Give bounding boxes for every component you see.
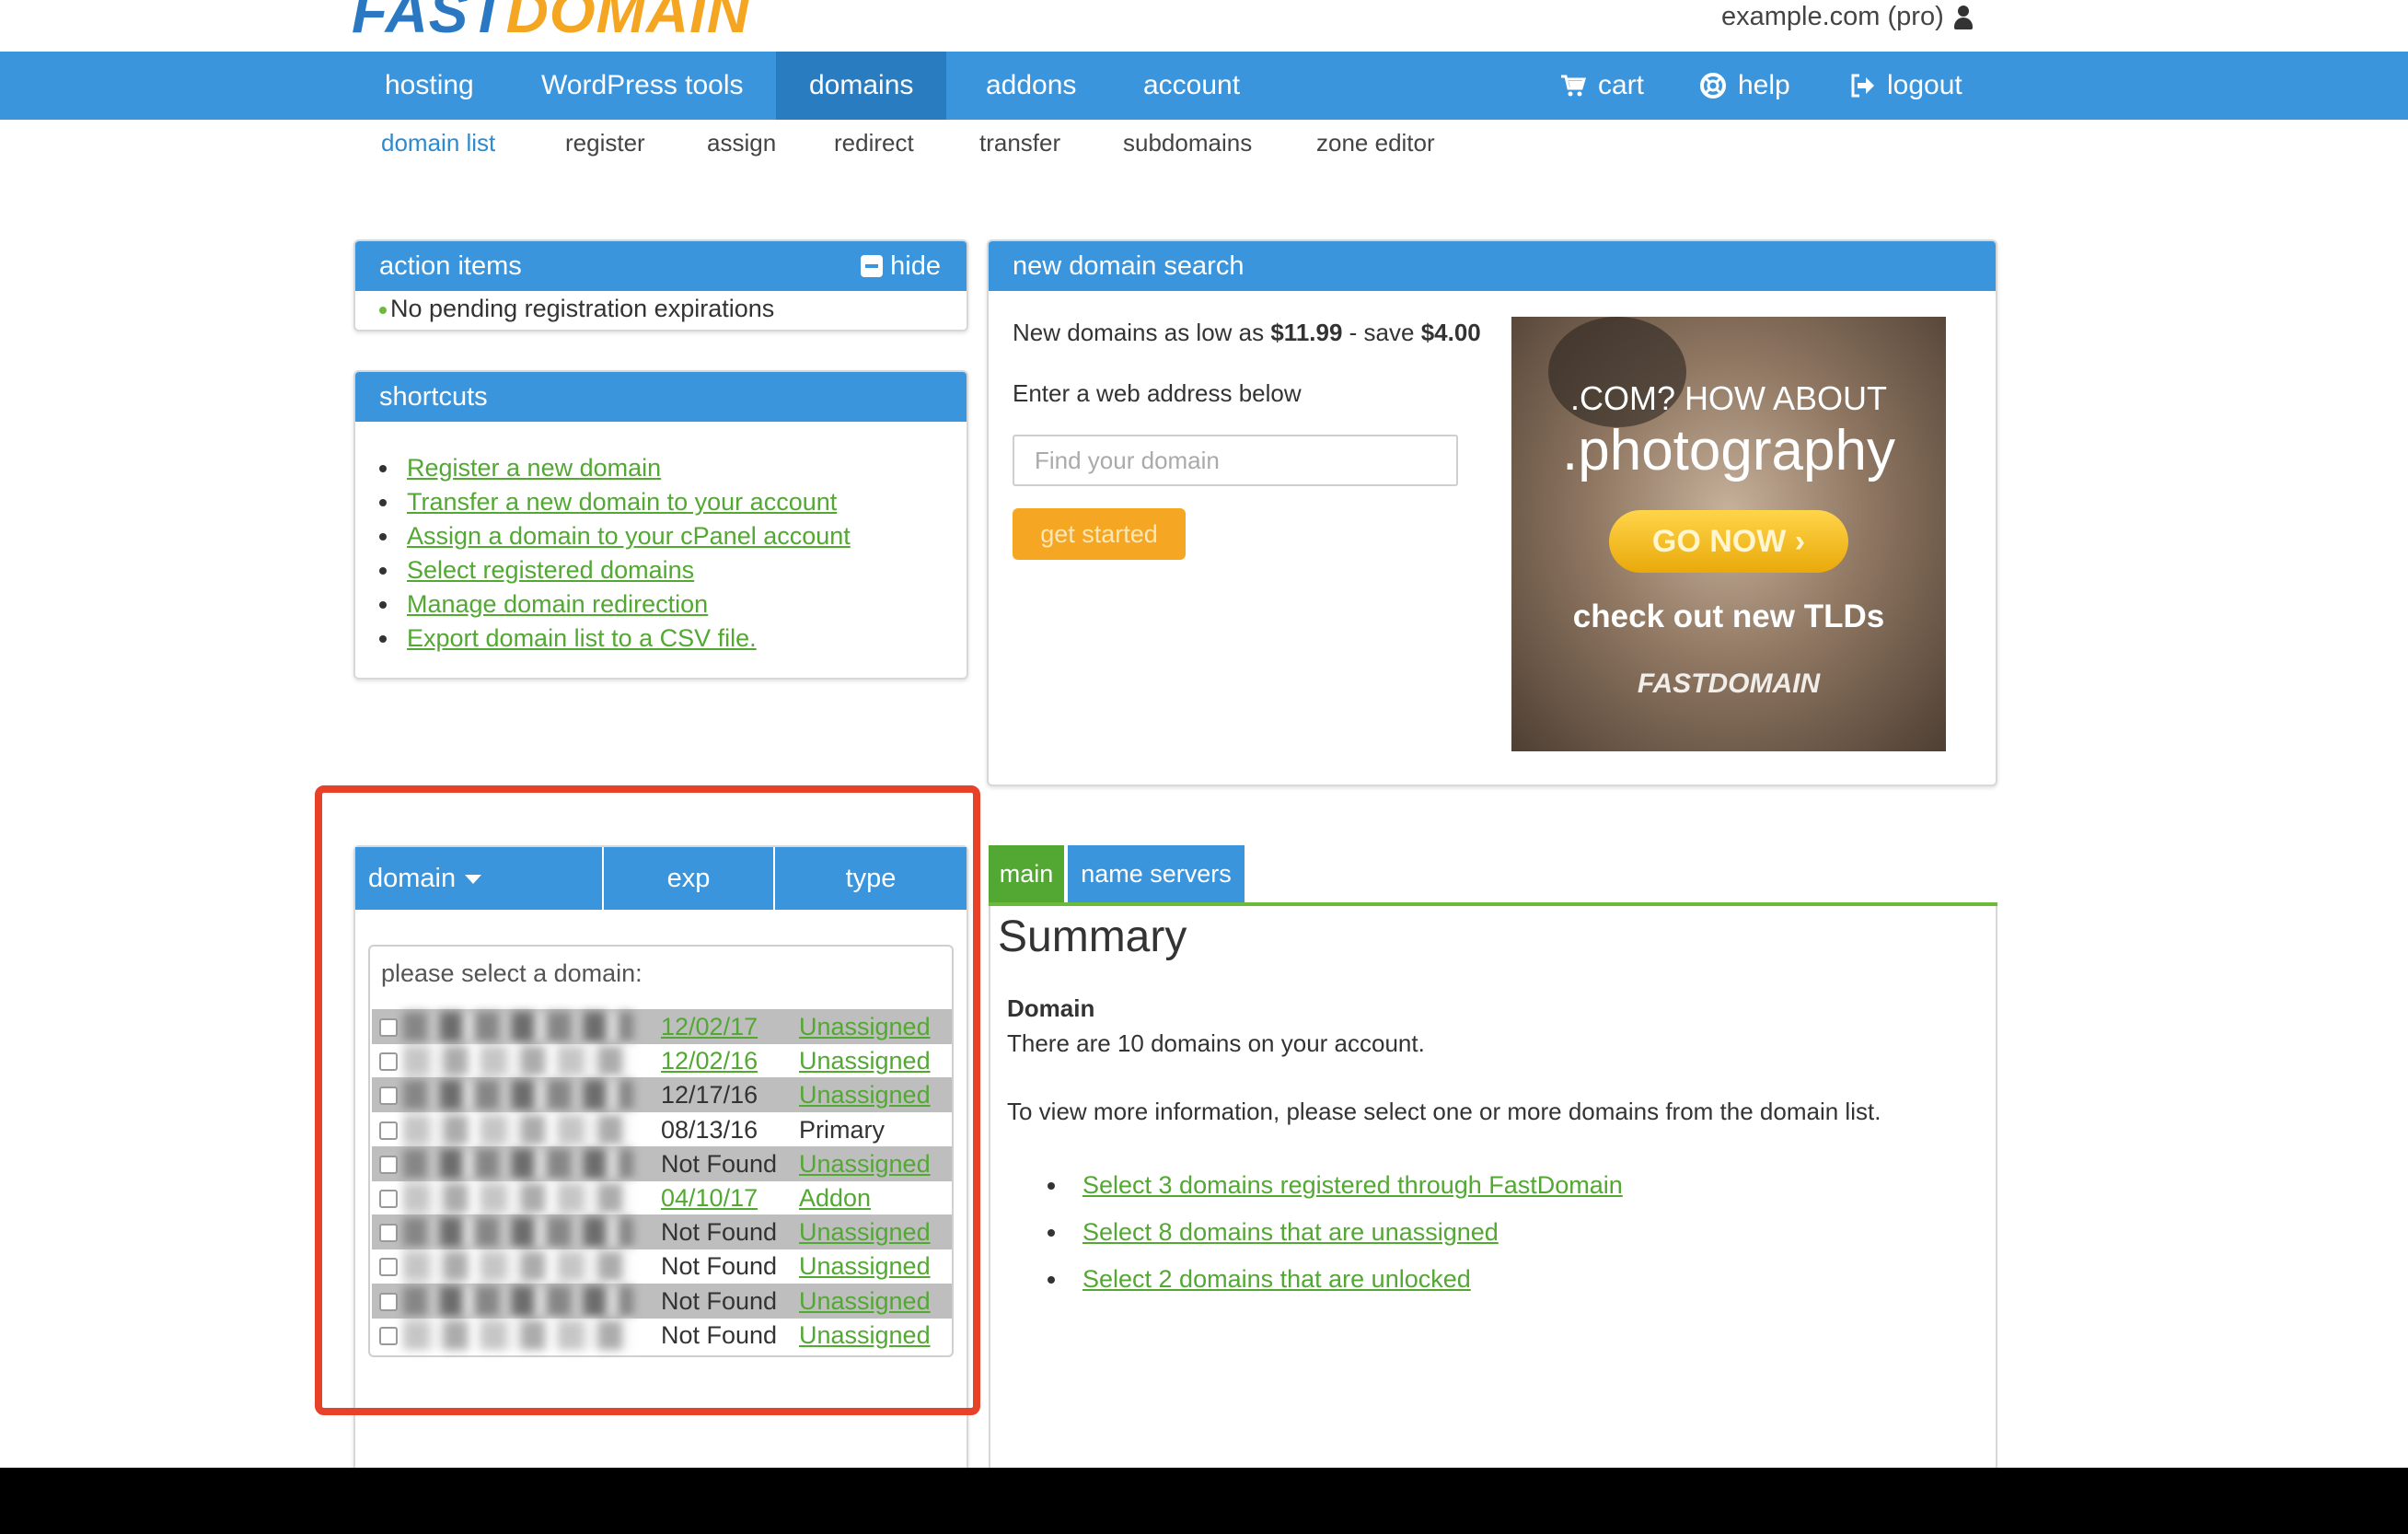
- assign-domain-link[interactable]: Assign a domain to your cPanel account: [407, 522, 851, 550]
- action-items-title: action items: [379, 251, 522, 281]
- minus-icon: [861, 255, 884, 277]
- nav-domains[interactable]: domains: [776, 52, 947, 120]
- action-items-message: No pending registration expirations: [390, 295, 775, 322]
- subnav-register[interactable]: register: [565, 129, 645, 157]
- subnav-redirect[interactable]: redirect: [834, 129, 914, 157]
- subnav-transfer[interactable]: transfer: [979, 129, 1060, 157]
- domain-count-text: There are 10 domains on your account.: [1007, 1029, 1425, 1057]
- get-started-button[interactable]: get started: [1013, 508, 1186, 560]
- select-registered-fastdomain-link[interactable]: Select 3 domains registered through Fast…: [1082, 1171, 1623, 1199]
- main-nav: hosting WordPress tools domains addons a…: [0, 52, 2408, 120]
- ad-tld: .photography: [1562, 419, 1895, 482]
- go-now-button[interactable]: GO NOW ›: [1609, 510, 1848, 573]
- status-dot: [379, 306, 387, 314]
- account-label: example.com (pro): [1721, 2, 1944, 31]
- nav-hosting[interactable]: hosting: [352, 52, 507, 120]
- action-items-message-row: No pending registration expirations: [379, 295, 774, 323]
- nav-addons[interactable]: addons: [953, 52, 1109, 120]
- cart-icon: [1561, 75, 1587, 97]
- shortcut-item: Register a new domain: [379, 451, 851, 485]
- shortcut-item: Transfer a new domain to your account: [379, 485, 851, 519]
- domain-search-panel: new domain search New domains as low as …: [987, 239, 1997, 786]
- summary-link-item: Select 2 domains that are unlocked: [1048, 1256, 1623, 1303]
- transfer-domain-link[interactable]: Transfer a new domain to your account: [407, 488, 837, 516]
- domain-search-input[interactable]: [1013, 435, 1458, 486]
- summary-instructions: To view more information, please select …: [1007, 1098, 1881, 1125]
- select-unassigned-link[interactable]: Select 8 domains that are unassigned: [1082, 1218, 1499, 1246]
- nav-help-label: help: [1738, 70, 1790, 100]
- tab-main[interactable]: main: [989, 845, 1064, 902]
- subnav-domain-list[interactable]: domain list: [381, 129, 495, 157]
- shortcuts-title: shortcuts: [379, 382, 488, 412]
- ad-headline: .COM? HOW ABOUT: [1569, 379, 1888, 417]
- shortcut-item: Export domain list to a CSV file.: [379, 622, 851, 656]
- tab-underline: [989, 902, 1997, 906]
- hide-label: hide: [890, 251, 941, 281]
- shortcuts-panel: shortcuts Register a new domain Transfer…: [353, 370, 968, 680]
- summary-links: Select 3 domains registered through Fast…: [1048, 1162, 1623, 1303]
- lifebuoy-icon: [1700, 73, 1726, 99]
- fastdomain-logo[interactable]: FASTDOMAIN: [352, 0, 750, 44]
- summary-link-item: Select 3 domains registered through Fast…: [1048, 1162, 1623, 1209]
- nav-logout-label: logout: [1887, 70, 1962, 100]
- nav-logout[interactable]: logout: [1848, 52, 1962, 120]
- shortcut-item: Assign a domain to your cPanel account: [379, 519, 851, 553]
- action-items-panel: action items hide No pending registratio…: [353, 239, 968, 331]
- video-bottom-bar: [0, 1468, 2408, 1534]
- highlight-box: [315, 785, 980, 1415]
- logo-text-domain: DOMAIN: [505, 0, 751, 45]
- domain-search-header: new domain search: [989, 241, 1996, 291]
- manage-redirection-link[interactable]: Manage domain redirection: [407, 590, 708, 618]
- shortcuts-header: shortcuts: [355, 372, 967, 422]
- promo-text: New domains as low as $11.99 - save $4.0…: [1013, 319, 1481, 347]
- action-items-header: action items hide: [355, 241, 967, 291]
- nav-wordpress-tools[interactable]: WordPress tools: [508, 52, 777, 120]
- tab-name-servers[interactable]: name servers: [1068, 845, 1245, 902]
- subnav-subdomains[interactable]: subdomains: [1123, 129, 1252, 157]
- select-registered-link[interactable]: Select registered domains: [407, 556, 694, 584]
- register-domain-link[interactable]: Register a new domain: [407, 454, 661, 482]
- logout-icon: [1851, 74, 1874, 98]
- select-unlocked-link[interactable]: Select 2 domains that are unlocked: [1082, 1265, 1471, 1293]
- nav-account[interactable]: account: [1110, 52, 1273, 120]
- tld-ad-banner[interactable]: .COM? HOW ABOUT .photography GO NOW › ch…: [1511, 317, 1946, 751]
- search-prompt: Enter a web address below: [1013, 379, 1302, 407]
- logo-text-fast: FAST: [352, 0, 506, 45]
- ad-tagline: check out new TLDs: [1572, 598, 1885, 634]
- hide-button[interactable]: hide: [861, 241, 941, 291]
- domain-heading: Domain: [1007, 994, 1095, 1022]
- account-menu[interactable]: example.com (pro): [1721, 2, 1974, 32]
- shortcut-item: Select registered domains: [379, 553, 851, 587]
- shortcut-item: Manage domain redirection: [379, 587, 851, 622]
- promo-prefix: New domains as low as: [1013, 319, 1271, 346]
- shortcuts-list: Register a new domain Transfer a new dom…: [379, 451, 851, 656]
- user-icon: [1953, 5, 1974, 30]
- promo-save: $4.00: [1420, 319, 1481, 346]
- promo-price: $11.99: [1270, 319, 1343, 346]
- nav-help[interactable]: help: [1699, 52, 1790, 120]
- promo-mid: - save: [1342, 319, 1421, 346]
- subnav-zone-editor[interactable]: zone editor: [1316, 129, 1435, 157]
- nav-cart-label: cart: [1598, 70, 1645, 100]
- summary-title: Summary: [998, 912, 1187, 961]
- subnav-assign[interactable]: assign: [707, 129, 776, 157]
- summary-link-item: Select 8 domains that are unassigned: [1048, 1209, 1623, 1256]
- domain-search-title: new domain search: [1013, 251, 1245, 281]
- export-csv-link[interactable]: Export domain list to a CSV file.: [407, 624, 757, 652]
- nav-cart[interactable]: cart: [1559, 52, 1644, 120]
- ad-brand-logo: FASTDOMAIN: [1637, 668, 1821, 699]
